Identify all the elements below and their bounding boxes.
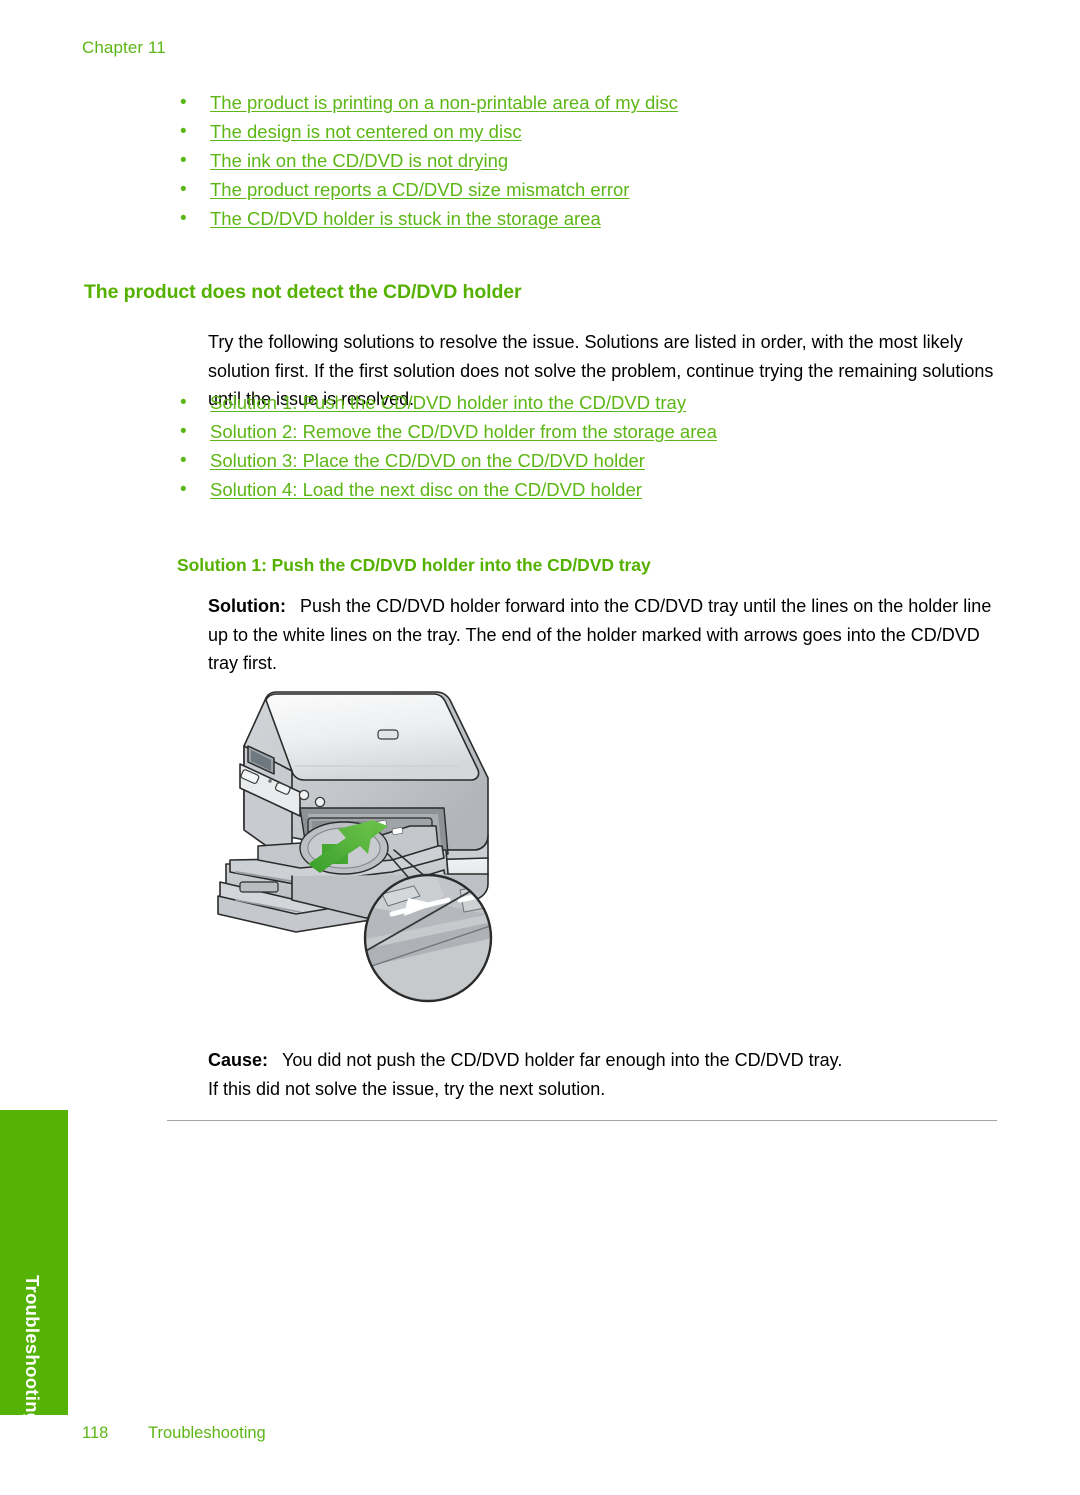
bullet-icon: •	[180, 179, 187, 200]
solution-link-list: • Solution 1: Push the CD/DVD holder int…	[178, 392, 998, 508]
list-item[interactable]: • The design is not centered on my disc	[178, 121, 998, 143]
solution-link[interactable]: Solution 3: Place the CD/DVD on the CD/D…	[210, 450, 645, 472]
bullet-icon: •	[180, 421, 187, 442]
list-item[interactable]: • Solution 1: Push the CD/DVD holder int…	[178, 392, 998, 414]
bullet-icon: •	[180, 479, 187, 500]
solution-link[interactable]: Solution 1: Push the CD/DVD holder into …	[210, 392, 686, 414]
list-item[interactable]: • The product is printing on a non-print…	[178, 92, 998, 114]
bullet-icon: •	[180, 208, 187, 229]
document-page: Chapter 11 • The product is printing on …	[0, 0, 1080, 1495]
printer-cd-tray-illustration	[196, 668, 556, 1018]
solution-paragraph: Solution: Push the CD/DVD holder forward …	[208, 592, 998, 678]
solution-link[interactable]: Solution 4: Load the next disc on the CD…	[210, 479, 642, 501]
bullet-icon: •	[180, 392, 187, 413]
solution-sub-heading: Solution 1: Push the CD/DVD holder into …	[177, 554, 651, 575]
cause-body: You did not push the CD/DVD holder far e…	[282, 1050, 843, 1070]
cross-reference-link[interactable]: The product is printing on a non-printab…	[210, 92, 678, 114]
bullet-icon: •	[180, 450, 187, 471]
section-divider	[167, 1120, 997, 1121]
cross-reference-link[interactable]: The ink on the CD/DVD is not drying	[210, 150, 508, 172]
cross-reference-link[interactable]: The product reports a CD/DVD size mismat…	[210, 179, 629, 201]
footer-section-name: Troubleshooting	[148, 1424, 266, 1442]
solution-link[interactable]: Solution 2: Remove the CD/DVD holder fro…	[210, 421, 717, 443]
solution-body: Push the CD/DVD holder forward into the …	[208, 596, 992, 673]
bullet-icon: •	[180, 92, 187, 113]
chapter-label: Chapter 11	[82, 38, 166, 57]
list-item[interactable]: • The ink on the CD/DVD is not drying	[178, 150, 998, 172]
cross-reference-link[interactable]: The design is not centered on my disc	[210, 121, 522, 143]
list-item[interactable]: • Solution 2: Remove the CD/DVD holder f…	[178, 421, 998, 443]
cause-paragraph: Cause: You did not push the CD/DVD holder…	[208, 1046, 998, 1103]
top-link-list: • The product is printing on a non-print…	[178, 92, 998, 237]
cross-reference-link[interactable]: The CD/DVD holder is stuck in the storag…	[210, 208, 601, 230]
side-tab-troubleshooting: Troubleshooting	[0, 1110, 68, 1424]
cause-label: Cause:	[208, 1050, 269, 1070]
list-item[interactable]: • The product reports a CD/DVD size mism…	[178, 179, 998, 201]
section-heading: The product does not detect the CD/DVD h…	[84, 281, 522, 304]
list-item[interactable]: • The CD/DVD holder is stuck in the stor…	[178, 208, 998, 230]
page-footer: 118 Troubleshooting	[82, 1424, 266, 1443]
list-item[interactable]: • Solution 4: Load the next disc on the …	[178, 479, 998, 501]
bullet-icon: •	[180, 150, 187, 171]
cause-followup: If this did not solve the issue, try the…	[208, 1078, 606, 1099]
bullet-icon: •	[180, 121, 187, 142]
list-item[interactable]: • Solution 3: Place the CD/DVD on the CD…	[178, 450, 998, 472]
footer-page-number: 118	[82, 1424, 109, 1442]
side-tab-label: Troubleshooting	[22, 1275, 43, 1425]
solution-label: Solution:	[208, 596, 286, 616]
